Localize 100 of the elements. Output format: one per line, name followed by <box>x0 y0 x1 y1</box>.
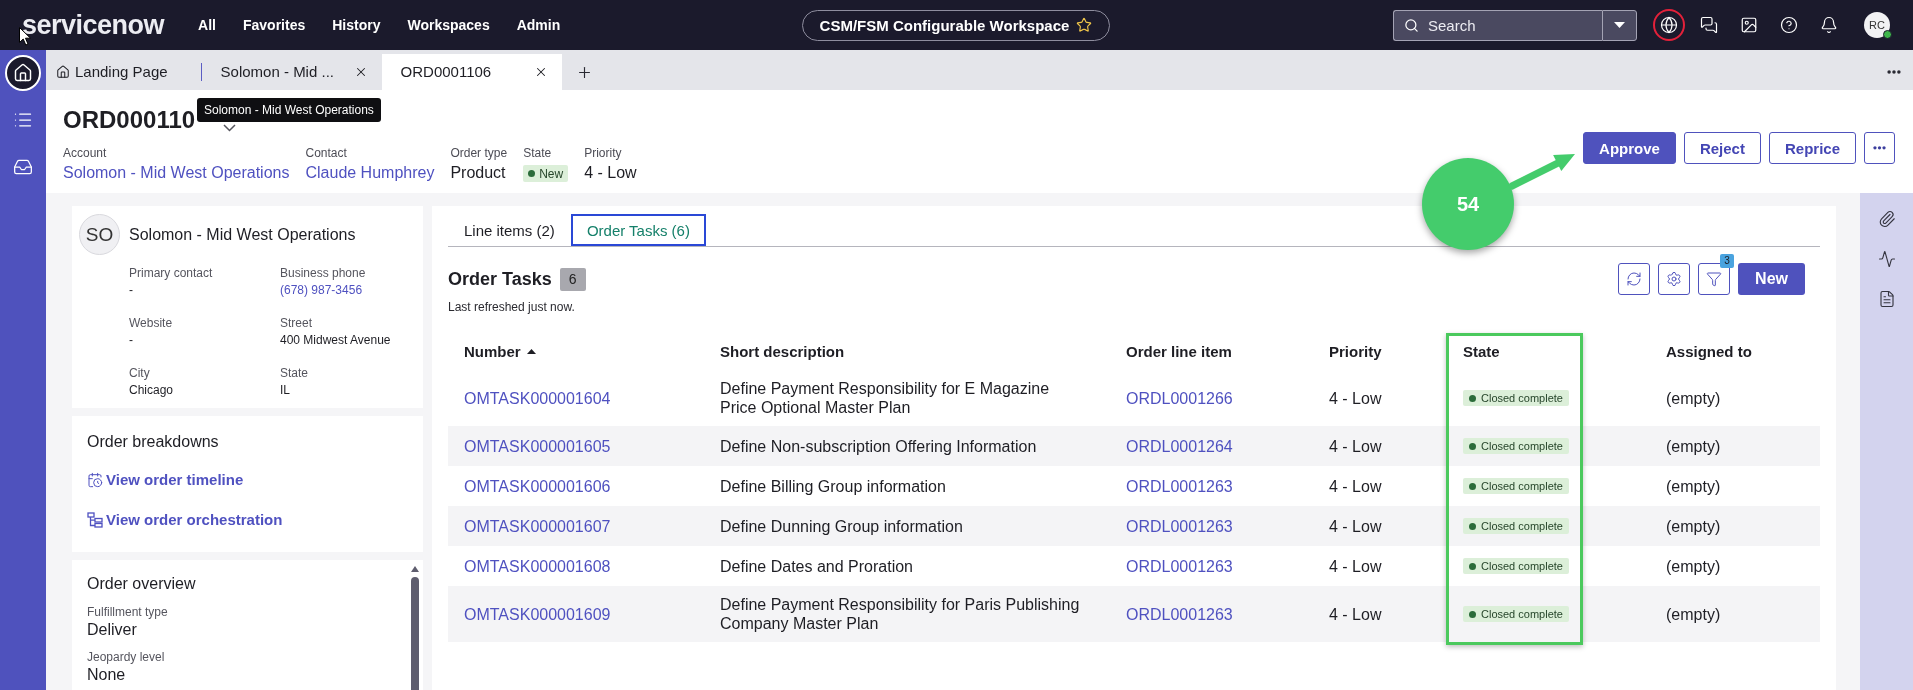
new-button[interactable]: New <box>1738 263 1805 295</box>
record-link[interactable]: OMTASK000001608 <box>464 556 611 576</box>
field-value: Deliver <box>87 620 138 640</box>
inbox-icon <box>13 157 33 177</box>
record-link[interactable]: OMTASK000001609 <box>464 604 611 624</box>
related-tab[interactable]: Order Tasks (6) <box>570 214 706 246</box>
column-header[interactable]: State <box>1447 343 1650 360</box>
workspace-tab[interactable]: ORD0001106 <box>381 54 562 90</box>
nav-menu-item[interactable]: Workspaces <box>407 15 490 35</box>
column-header[interactable]: Priority <box>1313 343 1447 360</box>
field-value: 4 - Low <box>584 163 637 183</box>
scrollbar-thumb[interactable] <box>411 577 419 690</box>
column-header[interactable]: Assigned to <box>1650 343 1820 360</box>
table-cell-text: 4 - Low <box>1328 476 1383 497</box>
rail-nav-button[interactable] <box>5 55 41 91</box>
status-label: Closed complete <box>1481 607 1563 621</box>
table-cell-text: Define Dunning Group information <box>719 516 964 537</box>
table-cell-text: (empty) <box>1665 476 1722 497</box>
workspace-tab[interactable]: Solomon - Mid ... <box>201 54 382 90</box>
chat-icon <box>1700 16 1718 34</box>
field-label: Website <box>129 315 174 332</box>
record-link[interactable]: ORDL0001263 <box>1126 556 1233 576</box>
action-button[interactable]: Reject <box>1683 132 1761 164</box>
annotation-ring <box>1653 9 1685 41</box>
table-cell-text: Define Non-subscription Offering Information <box>719 436 1038 457</box>
nav-menu-item[interactable]: All <box>198 15 216 35</box>
bell-icon <box>1820 16 1838 34</box>
field-value: Chicago <box>129 382 175 399</box>
refresh-icon <box>1626 271 1643 287</box>
field-label: Priority <box>584 145 623 161</box>
related-tab[interactable]: Line items (2) <box>448 214 571 246</box>
record-link[interactable]: ORDL0001266 <box>1126 388 1233 408</box>
chevron-down-icon[interactable] <box>223 123 237 132</box>
settings-button[interactable] <box>1658 263 1691 295</box>
phone-link[interactable]: (678) 987-3456 <box>280 282 413 299</box>
workspace-tab[interactable]: Landing Page <box>50 54 190 90</box>
account-name: Solomon - Mid West Operations <box>129 224 356 245</box>
column-header[interactable]: Number <box>448 343 704 360</box>
table-cell-text: 4 - Low <box>1328 516 1383 537</box>
nav-menu-item[interactable]: Admin <box>516 15 561 35</box>
table-row[interactable]: OMTASK000001607 Define Dunning Group information ORDL0001263 4 - Low Closed complete (empty) <box>448 506 1820 546</box>
globe-button[interactable] <box>1654 10 1684 40</box>
record-link[interactable]: OMTASK000001604 <box>464 388 611 408</box>
record-link[interactable]: OMTASK000001605 <box>464 436 611 456</box>
table-row[interactable]: OMTASK000001605 Define Non-subscription Offering Information ORDL0001264 4 - Low Closed complete (empty) <box>448 426 1820 466</box>
field-label: Contact <box>305 145 348 161</box>
star-icon <box>1076 17 1093 33</box>
action-button[interactable]: Reprice <box>1768 132 1856 164</box>
field-link[interactable]: Solomon - Mid West Operations <box>63 163 290 183</box>
record-link[interactable]: ORDL0001263 <box>1126 476 1233 496</box>
breakdown-link[interactable]: View order timeline <box>87 470 408 490</box>
tab-label: ORD0001106 <box>400 62 492 82</box>
field-label: Order type <box>450 145 508 161</box>
logo[interactable]: servicenow <box>22 10 165 40</box>
card-title: Order overview <box>87 574 197 594</box>
record-link[interactable]: OMTASK000001606 <box>464 476 611 496</box>
nav-menu-item[interactable]: Favorites <box>242 15 306 35</box>
field-value: IL <box>280 382 291 399</box>
field-value: None <box>87 665 127 685</box>
user-avatar[interactable]: RC <box>1864 12 1890 38</box>
field-link[interactable]: Claude Humphrey <box>305 163 435 183</box>
action-button[interactable]: Approve <box>1583 132 1676 164</box>
more-icon <box>1887 70 1901 74</box>
more-actions-button[interactable] <box>1864 132 1895 164</box>
field-label: Jeopardy level <box>87 649 166 665</box>
refresh-button[interactable] <box>1618 263 1651 295</box>
table-cell-text: Define Payment Responsibility for E Magazine Price Optional Master Plan <box>719 379 1051 418</box>
sort-ascending-icon <box>526 349 536 354</box>
tab-label: Solomon - Mid ... <box>220 62 334 82</box>
table-cell-text: 4 - Low <box>1328 604 1383 625</box>
tab-label: Landing Page <box>75 62 168 82</box>
card-title: Order breakdowns <box>87 432 220 452</box>
status-label: Closed complete <box>1481 439 1563 453</box>
field-value: - <box>129 332 134 349</box>
search-scope-dropdown[interactable] <box>1602 9 1637 41</box>
table-cell-text: (empty) <box>1665 604 1722 625</box>
table-row[interactable]: OMTASK000001609 Define Payment Responsibility for Paris Publishing Company Master Plan ORDL0001263 4 - Low Closed complete (empty) <box>448 586 1820 642</box>
scroll-up-icon[interactable] <box>411 566 419 572</box>
record-link[interactable]: OMTASK000001607 <box>464 516 611 536</box>
state-label: New <box>539 165 564 182</box>
calendar-clock-icon <box>87 472 103 488</box>
filter-button[interactable] <box>1698 263 1731 295</box>
field-label: State <box>280 365 310 382</box>
nav-menu-item[interactable]: History <box>332 15 381 35</box>
table-cell-text: Define Payment Responsibility for Paris Publishing Company Master Plan <box>719 595 1081 634</box>
table-cell-text: (empty) <box>1665 388 1722 409</box>
record-link[interactable]: ORDL0001263 <box>1126 516 1233 536</box>
table-cell-text: (empty) <box>1665 436 1722 457</box>
settings-icon <box>1666 271 1683 287</box>
record-link[interactable]: ORDL0001263 <box>1126 604 1233 624</box>
column-header[interactable]: Short description <box>704 343 1110 360</box>
column-header[interactable]: Order line item <box>1110 343 1313 360</box>
record-link[interactable]: ORDL0001264 <box>1126 436 1233 456</box>
table-cell-text: Define Billing Group information <box>719 476 947 497</box>
home-icon <box>56 65 70 79</box>
breakdown-link[interactable]: View order orchestration <box>87 510 408 530</box>
table-cell-text: 4 - Low <box>1328 436 1383 457</box>
search-field[interactable]: Search <box>1393 9 1602 41</box>
status-dot-icon <box>528 170 536 177</box>
caret-icon <box>1614 22 1625 28</box>
